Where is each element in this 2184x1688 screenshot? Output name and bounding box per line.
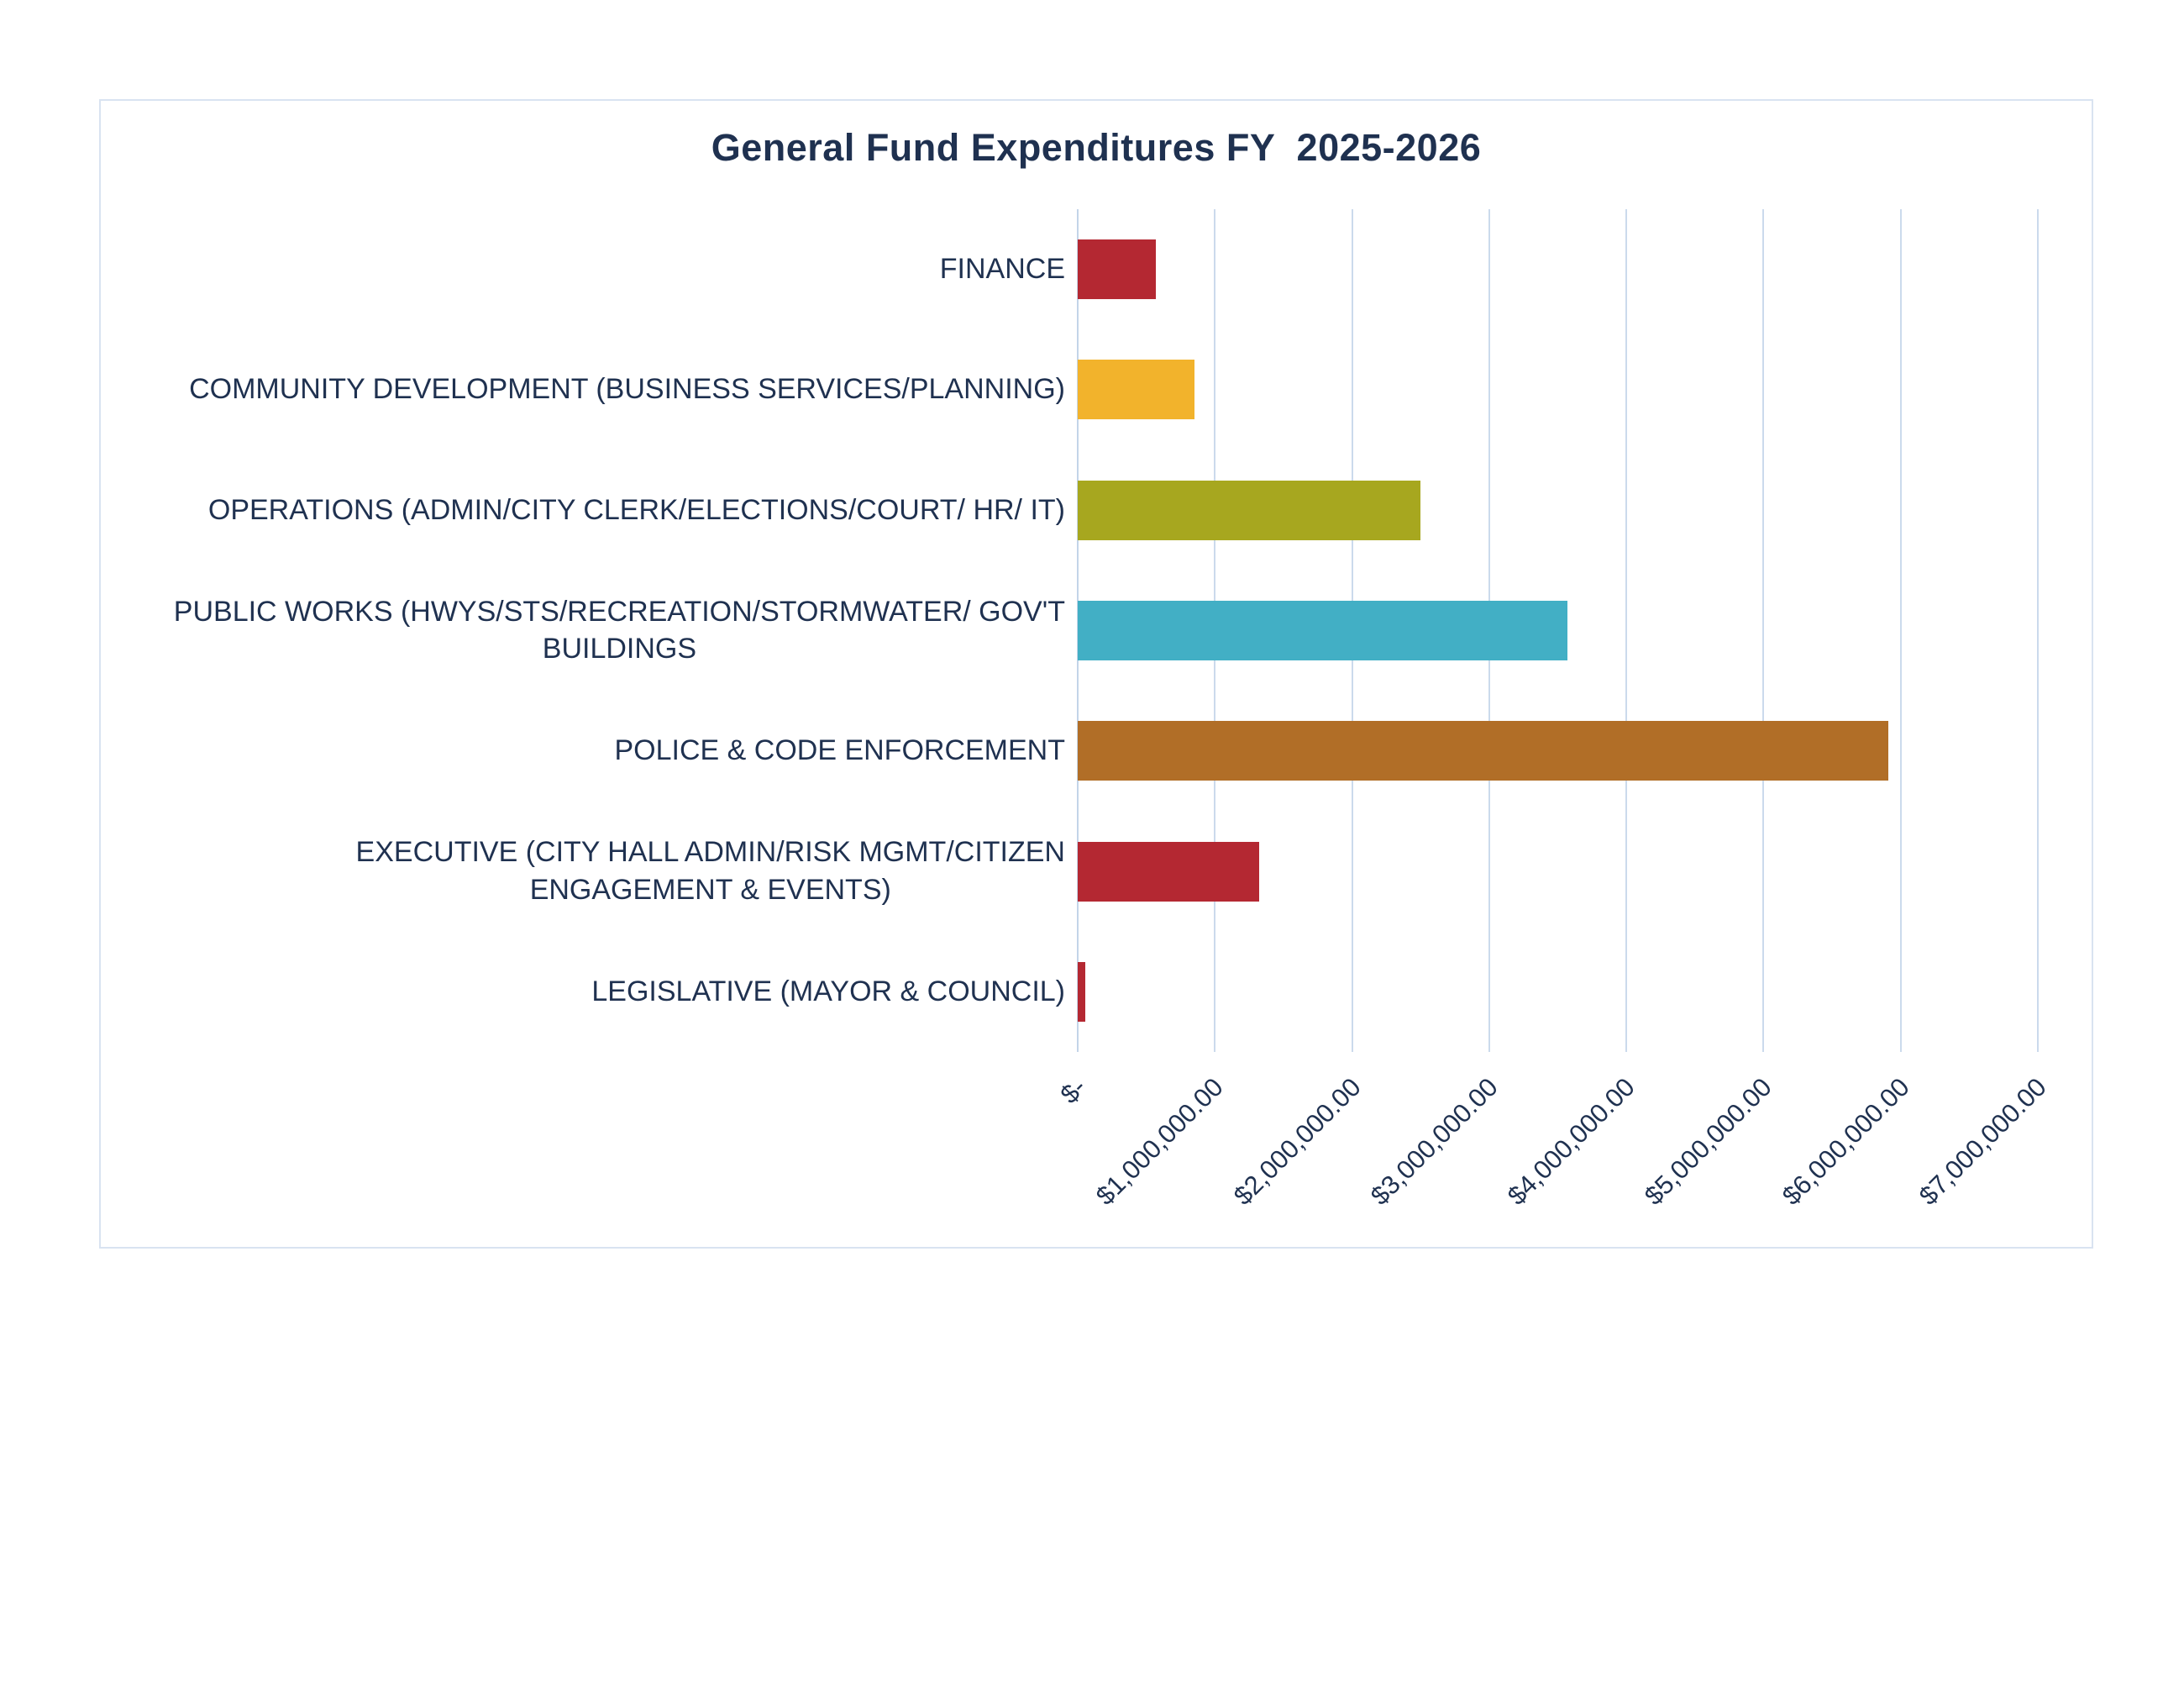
x-tick-label: $6,000,000.00 [1777, 1072, 1916, 1212]
bar[interactable] [1078, 360, 1194, 419]
category-label: POLICE & CODE ENFORCEMENT [116, 691, 1065, 811]
x-tick-label: $4,000,000.00 [1502, 1072, 1641, 1212]
gridline [1625, 209, 1627, 1052]
bar[interactable] [1078, 481, 1420, 540]
gridline [2037, 209, 2039, 1052]
gridline [1762, 209, 1764, 1052]
category-label: FINANCE [116, 209, 1065, 329]
plot-area: FINANCECOMMUNITY DEVELOPMENT (BUSINESS S… [101, 101, 2092, 1247]
x-tick-label: $5,000,000.00 [1639, 1072, 1778, 1212]
chart[interactable]: General Fund Expenditures FY 2025-2026 F… [99, 99, 2093, 1249]
x-tick-label: $- [1054, 1072, 1092, 1110]
x-tick-label: $2,000,000.00 [1227, 1072, 1367, 1212]
gridline [1900, 209, 1902, 1052]
x-tick-label: $1,000,000.00 [1090, 1072, 1230, 1212]
bar[interactable] [1078, 962, 1085, 1022]
category-label: OPERATIONS (ADMIN/CITY CLERK/ELECTIONS/C… [116, 450, 1065, 571]
category-label: EXECUTIVE (CITY HALL ADMIN/RISK MGMT/CIT… [116, 811, 1065, 931]
category-label: COMMUNITY DEVELOPMENT (BUSINESS SERVICES… [116, 329, 1065, 450]
bar[interactable] [1078, 601, 1567, 660]
category-label: PUBLIC WORKS (HWYS/STS/RECREATION/STORMW… [116, 571, 1065, 691]
x-tick-label: $3,000,000.00 [1365, 1072, 1504, 1212]
x-tick-label: $7,000,000.00 [1914, 1072, 2053, 1212]
bar[interactable] [1078, 842, 1259, 902]
bar[interactable] [1078, 721, 1888, 781]
bar[interactable] [1078, 239, 1156, 299]
category-label: LEGISLATIVE (MAYOR & COUNCIL) [116, 932, 1065, 1052]
page-canvas: General Fund Expenditures FY 2025-2026 F… [0, 0, 2184, 1688]
